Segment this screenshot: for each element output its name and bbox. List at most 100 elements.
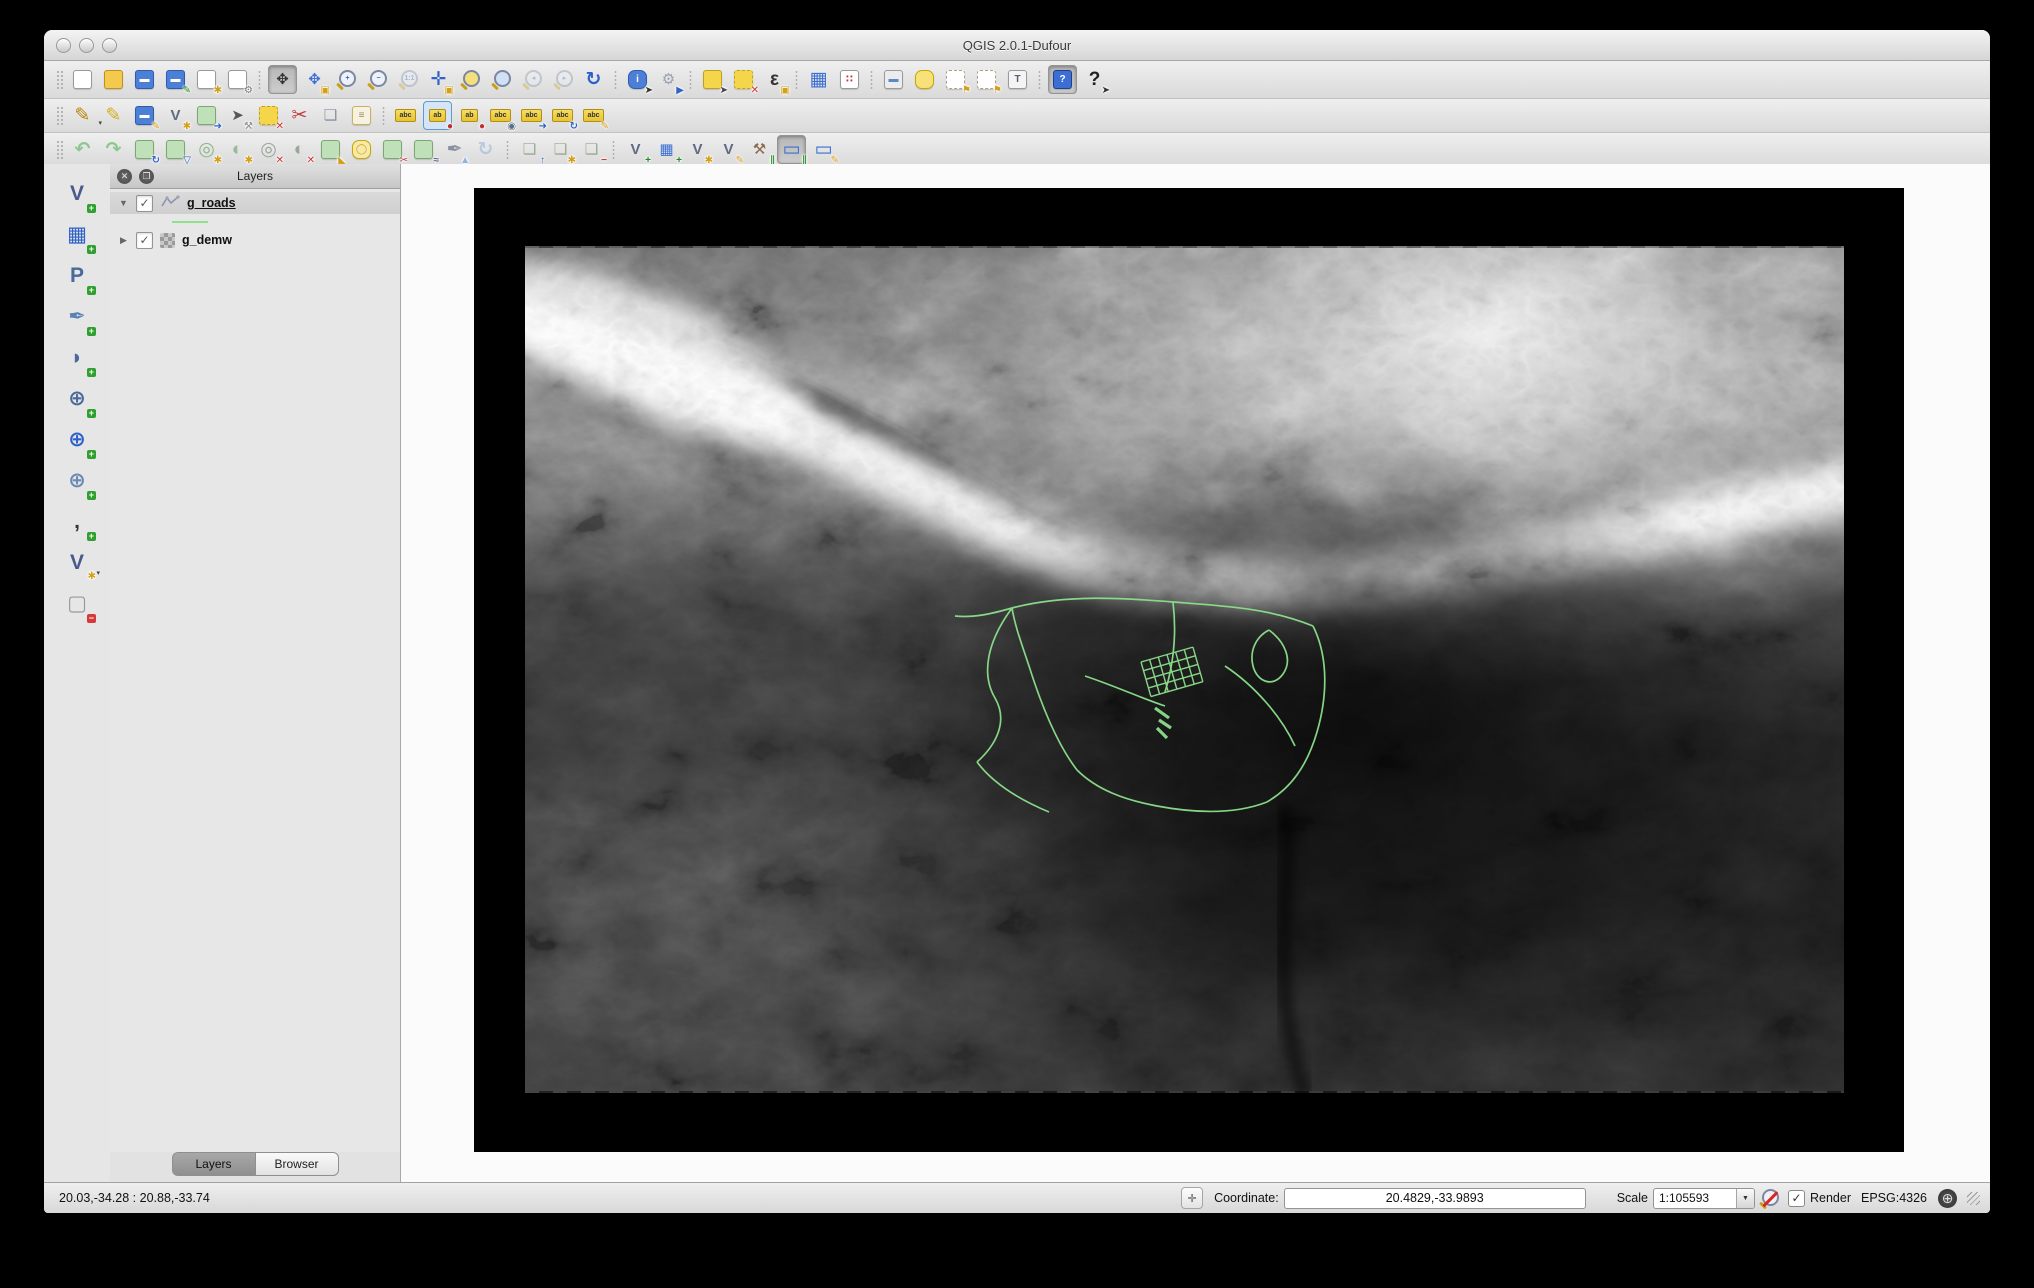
add-wfs-layer-button[interactable]: ⊕+ xyxy=(60,463,94,497)
add-vector-layer-button[interactable]: V+ xyxy=(60,176,94,210)
scale-dropdown-icon[interactable]: ▼ xyxy=(1736,1189,1754,1208)
show-hide-labels-button[interactable]: abc◉ xyxy=(487,102,514,129)
add-delimited-text-layer-button[interactable]: ,+ xyxy=(60,504,94,538)
toolbar-drag-handle[interactable] xyxy=(56,140,63,160)
coordinate-input[interactable] xyxy=(1284,1188,1586,1209)
pan-map-button[interactable]: ✥ xyxy=(268,65,297,94)
zoom-next-button[interactable]: ▸ xyxy=(549,66,576,93)
delete-selected-button[interactable]: ✕ xyxy=(255,102,282,129)
panel-tab-browser[interactable]: Browser xyxy=(256,1152,339,1176)
map-canvas[interactable] xyxy=(401,164,1990,1183)
split-features-button[interactable]: ✂ xyxy=(379,136,406,163)
grass-tools-button[interactable]: ⚒∥ xyxy=(746,136,773,163)
toolbar-drag-handle[interactable] xyxy=(56,106,63,126)
new-grass-mapset-button[interactable]: ❏✱ xyxy=(547,136,574,163)
title-bar[interactable]: QGIS 2.0.1-Dufour xyxy=(44,30,1990,61)
whats-this-button[interactable]: ?➤ xyxy=(1081,66,1108,93)
crs-globe-icon[interactable]: ⊕ xyxy=(1938,1189,1957,1208)
identify-features-button[interactable]: i➤ xyxy=(624,66,651,93)
zoom-to-selection-button[interactable] xyxy=(456,66,483,93)
rotate-label-button[interactable]: abc↻ xyxy=(549,102,576,129)
add-mssql-layer-button[interactable]: ◗+ xyxy=(60,340,94,374)
panel-tab-layers[interactable]: Layers xyxy=(172,1152,256,1176)
layer-visibility-checkbox[interactable]: ✓ xyxy=(136,232,153,249)
layer-item-g_demw[interactable]: ▶✓g_demw xyxy=(110,229,400,251)
run-feature-action-button[interactable]: ⚙▶ xyxy=(655,66,682,93)
paste-features-button[interactable]: ≡ xyxy=(348,102,375,129)
add-postgis-layer-button[interactable]: P+ xyxy=(60,258,94,292)
save-project-as-button[interactable]: ▬✎ xyxy=(162,66,189,93)
close-grass-mapset-button[interactable]: ❏− xyxy=(578,136,605,163)
scale-combo[interactable]: 1:105593 ▼ xyxy=(1653,1188,1755,1209)
layer-item-g_roads[interactable]: ▼ ✓ g_roads xyxy=(110,192,400,214)
mouse-position-toggle-icon[interactable]: ✛ xyxy=(1181,1187,1203,1209)
new-project-button[interactable] xyxy=(69,66,96,93)
open-project-button[interactable] xyxy=(100,66,127,93)
add-part-button[interactable]: ◐✱ xyxy=(224,136,251,163)
copy-features-button[interactable]: ❏ xyxy=(317,102,344,129)
add-feature-button[interactable]: V✱ xyxy=(162,102,189,129)
undo-button[interactable]: ↶ xyxy=(69,136,96,163)
layer-name[interactable]: g_demw xyxy=(182,233,232,247)
save-project-button[interactable]: ▬ xyxy=(131,66,158,93)
move-label-button[interactable]: abc➜ xyxy=(518,102,545,129)
remove-layer-button[interactable]: ▢− xyxy=(60,586,94,620)
help-contents-button[interactable]: ? xyxy=(1048,65,1077,94)
current-edits-button[interactable]: ✎▾ xyxy=(69,102,96,129)
zoom-to-layer-button[interactable] xyxy=(487,66,514,93)
zoom-window-button[interactable] xyxy=(102,38,117,53)
map-tips-button[interactable] xyxy=(911,66,938,93)
labeling-button[interactable]: abc xyxy=(392,102,419,129)
rotate-feature-button[interactable]: ↻ xyxy=(131,136,158,163)
split-parts-button[interactable]: ≈ xyxy=(410,136,437,163)
reshape-features-button[interactable]: ◣ xyxy=(317,136,344,163)
zoom-in-button[interactable]: + xyxy=(332,66,359,93)
cut-features-button[interactable]: ✂ xyxy=(286,102,313,129)
layer-name[interactable]: g_roads xyxy=(187,196,236,210)
redo-button[interactable]: ↷ xyxy=(100,136,127,163)
toolbar-drag-handle[interactable] xyxy=(56,70,63,90)
add-wms-layer-button[interactable]: ⊕+ xyxy=(60,381,94,415)
select-by-expression-button[interactable]: ε▣ xyxy=(761,66,788,93)
delete-ring-button[interactable]: ◎✕ xyxy=(255,136,282,163)
rotate-point-symbols-button[interactable]: ↻ xyxy=(472,136,499,163)
add-ring-button[interactable]: ◎✱ xyxy=(193,136,220,163)
edit-grass-vector-button[interactable]: V✎ xyxy=(715,136,742,163)
show-bookmarks-button[interactable]: ⚑ xyxy=(973,66,1000,93)
pan-to-selection-button[interactable]: ✥▣ xyxy=(301,66,328,93)
highlight-pinned-labels-button[interactable]: ab● xyxy=(456,102,483,129)
expand-collapse-icon[interactable]: ▼ xyxy=(118,198,129,208)
scale-lock-icon[interactable] xyxy=(1757,1186,1781,1210)
deselect-features-button[interactable]: ✕ xyxy=(730,66,757,93)
refresh-map-button[interactable]: ↻ xyxy=(580,66,607,93)
layer-symbol-swatch[interactable] xyxy=(172,221,208,223)
minimize-window-button[interactable] xyxy=(79,38,94,53)
display-grass-region-button[interactable]: ▭∥ xyxy=(777,135,806,164)
change-label-button[interactable]: abc✎ xyxy=(580,102,607,129)
new-shapefile-layer-dropdown-icon[interactable]: ▾ xyxy=(96,569,100,577)
new-shapefile-layer-button[interactable]: V✱▾ xyxy=(60,545,94,579)
add-grass-raster-layer-button[interactable]: ▦+ xyxy=(653,136,680,163)
add-raster-layer-button[interactable]: ▦+ xyxy=(60,217,94,251)
simplify-feature-button[interactable]: ▽ xyxy=(162,136,189,163)
field-calculator-button[interactable]: ∷ xyxy=(836,66,863,93)
zoom-actual-size-button[interactable]: 1:1 xyxy=(394,66,421,93)
new-print-composer-button[interactable]: ✱ xyxy=(193,66,220,93)
add-spatialite-layer-button[interactable]: ✒+ xyxy=(60,299,94,333)
add-wcs-layer-button[interactable]: ⊕+ xyxy=(60,422,94,456)
edit-grass-region-button[interactable]: ▭✎ xyxy=(810,136,837,163)
pin-labels-button[interactable]: ab● xyxy=(423,101,452,130)
close-window-button[interactable] xyxy=(56,38,71,53)
measure-line-button[interactable]: ▬ xyxy=(880,66,907,93)
merge-features-button[interactable]: ✒▲ xyxy=(441,136,468,163)
open-attribute-table-button[interactable]: ▦ xyxy=(805,66,832,93)
zoom-out-button[interactable]: − xyxy=(363,66,390,93)
composer-manager-button[interactable]: ⚙ xyxy=(224,66,251,93)
resize-grip[interactable] xyxy=(1967,1192,1980,1205)
new-bookmark-button[interactable]: ⚑ xyxy=(942,66,969,93)
zoom-full-extent-button[interactable]: ✛▣ xyxy=(425,66,452,93)
render-checkbox[interactable]: ✓ xyxy=(1788,1190,1805,1207)
zoom-last-button[interactable]: ◂ xyxy=(518,66,545,93)
render-toggle[interactable]: ✓ Render xyxy=(1788,1190,1851,1207)
layer-visibility-checkbox[interactable]: ✓ xyxy=(136,195,153,212)
